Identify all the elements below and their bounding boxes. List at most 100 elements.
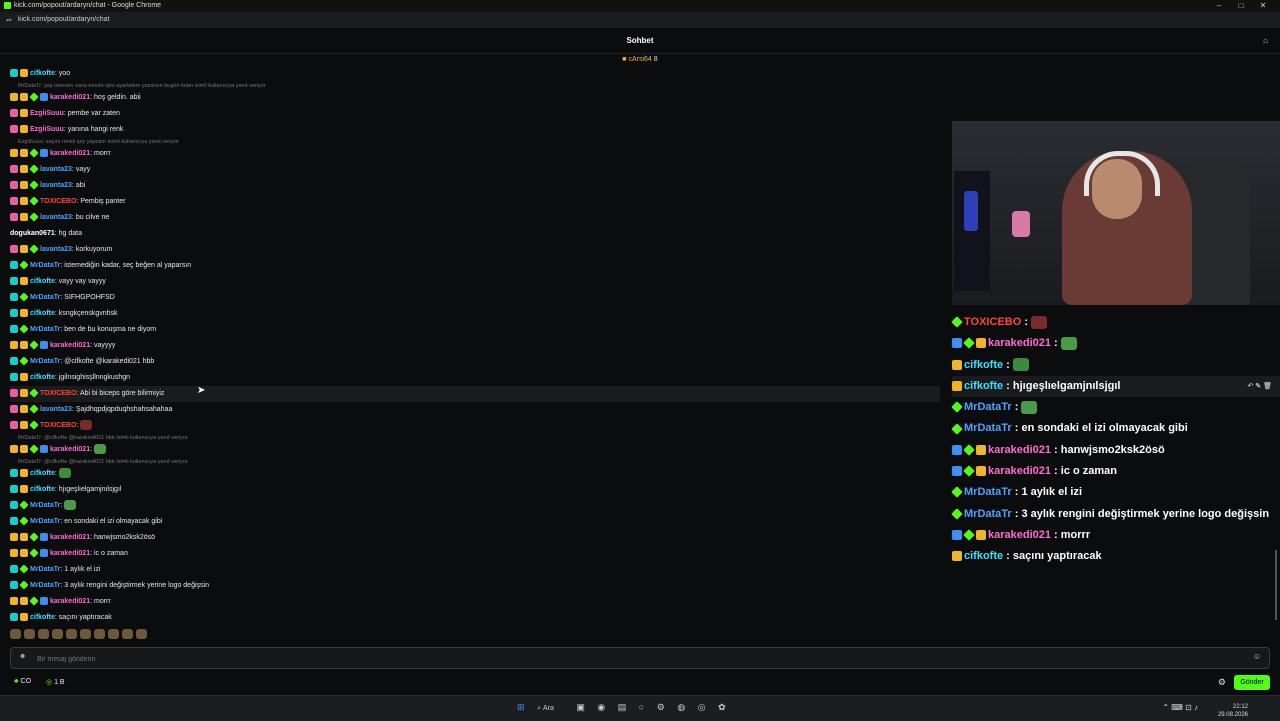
username[interactable]: karakedi021 xyxy=(50,550,90,557)
clock[interactable]: 22:12 29.08.2026 xyxy=(1218,703,1248,719)
username[interactable]: cifkofte xyxy=(30,486,55,493)
chat-message[interactable]: MrDataTr: xyxy=(10,498,940,514)
emote-icon[interactable] xyxy=(80,629,91,639)
site-info-icon[interactable]: ⇌ xyxy=(6,16,12,24)
chat-message[interactable]: karakedi021: xyxy=(10,442,940,458)
chat-message[interactable]: karakedi021: hanwjsmo2ksk2ösö xyxy=(10,530,940,546)
chat-message[interactable]: EzgiiSuuu: yanına hangi renk xyxy=(10,122,940,138)
chat-message[interactable]: MrDataTr: en sondaki el izi olmayacak gi… xyxy=(10,514,940,530)
chat-message[interactable]: TOXICEBO: Pembiş panter xyxy=(10,194,940,210)
emote-icon[interactable] xyxy=(108,629,119,639)
username[interactable]: MrDataTr xyxy=(30,582,60,589)
username[interactable]: MrDataTr xyxy=(30,294,60,301)
windows-start-icon[interactable]: ⊞ xyxy=(517,702,525,713)
username[interactable]: lavanta23 xyxy=(40,182,72,189)
chat-message[interactable]: MrDataTr: 3 aylık rengini değiştirmek ye… xyxy=(10,578,940,594)
chat-message[interactable]: cifkofte: yoo xyxy=(10,66,940,82)
username[interactable]: dogukan0671 xyxy=(10,230,55,237)
username[interactable]: karakedi021 xyxy=(50,342,90,349)
username[interactable]: MrDataTr xyxy=(30,262,60,269)
username[interactable]: cifkofte xyxy=(30,310,55,317)
username[interactable]: MrDataTr xyxy=(30,358,60,365)
opera-icon[interactable]: ○ xyxy=(639,702,644,712)
edge-icon[interactable]: ◉ xyxy=(597,702,605,713)
chat-message[interactable]: EzgiiSuuu: pembe var zaten xyxy=(10,106,940,122)
username[interactable]: EzgiiSuuu xyxy=(30,110,64,117)
emote-icon[interactable] xyxy=(24,629,35,639)
taskbar-search[interactable]: ⌕ Ara xyxy=(537,705,564,713)
username[interactable]: TOXICEBO xyxy=(40,198,76,205)
username[interactable]: MrDataTr xyxy=(30,566,60,573)
close-icon[interactable]: ✕ xyxy=(1252,1,1274,10)
chat-message[interactable]: lavanta23: abi xyxy=(10,178,940,194)
chat-message[interactable]: karakedi021: vayyyy xyxy=(10,338,940,354)
emoji-icon[interactable]: ☺ xyxy=(1253,652,1261,661)
chat-message[interactable]: karakedi021: morrr xyxy=(10,146,940,162)
settings-gear-icon[interactable]: ⚙ xyxy=(1218,677,1226,688)
username[interactable]: EzgiiSuuu xyxy=(30,126,64,133)
emote-picker-icon[interactable]: ☻ xyxy=(19,653,26,660)
chat-message[interactable]: karakedi021: hoş geldin. abii xyxy=(10,90,940,106)
chat-scrollbar[interactable] xyxy=(1275,550,1277,620)
username[interactable]: MrDataTr xyxy=(30,326,60,333)
username[interactable]: cifkofte xyxy=(30,374,55,381)
username[interactable]: lavanta23 xyxy=(40,246,72,253)
emote-icon[interactable] xyxy=(38,629,49,639)
app-icon[interactable]: ✿ xyxy=(718,702,726,713)
chat-message[interactable]: karakedi021: ic o zaman xyxy=(10,546,940,562)
send-button[interactable]: Gönder xyxy=(1234,675,1270,690)
chat-message[interactable]: cifkofte: ksngkçenskgvnhsk xyxy=(10,306,940,322)
message-tools[interactable]: ↶ ✎ 🗑 xyxy=(1247,376,1272,397)
pinned-user[interactable]: cArsi64 xyxy=(628,56,651,63)
chat-message[interactable]: cifkofte: jgilnsighisşllnngkushgn xyxy=(10,370,940,386)
address-bar[interactable]: ⇌ kick.com/popout/ardaryn/chat xyxy=(0,12,1280,28)
username[interactable]: karakedi021 xyxy=(50,534,90,541)
username[interactable]: MrDataTr xyxy=(30,518,60,525)
chat-message[interactable]: cifkofte: saçını yaptıracak xyxy=(10,610,940,626)
user-list-icon[interactable]: ⌂ xyxy=(1263,36,1268,45)
chat-message[interactable]: MrDataTr: SIFHGPOHFSD xyxy=(10,290,940,306)
username[interactable]: cifkofte xyxy=(30,278,55,285)
chat-message[interactable]: lavanta23: Şajdhqpdjqpduqhshahsahahaa xyxy=(10,402,940,418)
emote-icon[interactable] xyxy=(52,629,63,639)
chat-message[interactable]: lavanta23: korkuyorum xyxy=(10,242,940,258)
emote-icon[interactable] xyxy=(94,629,105,639)
minimize-icon[interactable]: – xyxy=(1208,1,1230,10)
chat-message-list[interactable]: cifkofte: yoo MrDataTr: şaş istersen sana… xyxy=(10,66,940,641)
chat-message[interactable]: MrDataTr: 1 aylık el izi xyxy=(10,562,940,578)
username[interactable]: cifkofte xyxy=(30,470,55,477)
chat-message[interactable]: MrDataTr: istemediğin kadar, seç beğen a… xyxy=(10,258,940,274)
chat-message[interactable]: dogukan0671: hg data xyxy=(10,226,940,242)
username[interactable]: karakedi021 xyxy=(50,598,90,605)
username[interactable]: TOXICEBO xyxy=(40,390,76,397)
message-input-box[interactable]: ☻ ☺ xyxy=(10,647,1270,669)
maximize-icon[interactable]: □ xyxy=(1230,1,1252,10)
emote-icon[interactable] xyxy=(122,629,133,639)
username[interactable]: karakedi021 xyxy=(50,94,90,101)
chat-message[interactable]: lavanta23: vayy xyxy=(10,162,940,178)
task-view-icon[interactable]: ▣ xyxy=(576,702,585,713)
chat-message[interactable]: cifkofte: hjıgeşlıelgamjnılsjgıl xyxy=(10,482,940,498)
username[interactable]: lavanta23 xyxy=(40,166,72,173)
steam-icon[interactable]: ⚙ xyxy=(657,702,665,713)
username[interactable]: TOXICEBO xyxy=(40,422,76,429)
chrome-icon[interactable]: ◎ xyxy=(698,702,706,713)
tray-icons[interactable]: ⌃ ⌨ ⊡ ♪ xyxy=(1162,703,1198,712)
message-input[interactable] xyxy=(35,652,1239,666)
emote-icon[interactable] xyxy=(136,629,147,639)
explorer-icon[interactable]: ▤ xyxy=(618,702,627,713)
username[interactable]: cifkofte xyxy=(30,70,55,77)
username[interactable]: cifkofte xyxy=(30,614,55,621)
chat-message[interactable]: lavanta23: bu cilve ne xyxy=(10,210,940,226)
chat-message[interactable]: TOXICEBO: xyxy=(10,418,940,434)
chat-message[interactable]: cifkofte: vayy vay vayyy xyxy=(10,274,940,290)
chat-message[interactable]: MrDataTr: @cifkofte @karakedi021 hbb xyxy=(10,354,940,370)
username[interactable]: MrDataTr xyxy=(30,502,60,509)
chat-message[interactable]: TOXICEBO: Abi bi biceps göre bilirmiyiz xyxy=(10,386,940,402)
channel-points[interactable]: ♣ CO xyxy=(14,678,31,685)
discord-icon[interactable]: ◍ xyxy=(677,702,685,713)
chat-message[interactable]: cifkofte: xyxy=(10,466,940,482)
points-balance[interactable]: ◎ 1 B xyxy=(46,678,65,686)
chat-message[interactable]: karakedi021: morrr xyxy=(10,594,940,610)
url-text[interactable]: kick.com/popout/ardaryn/chat xyxy=(18,16,109,23)
